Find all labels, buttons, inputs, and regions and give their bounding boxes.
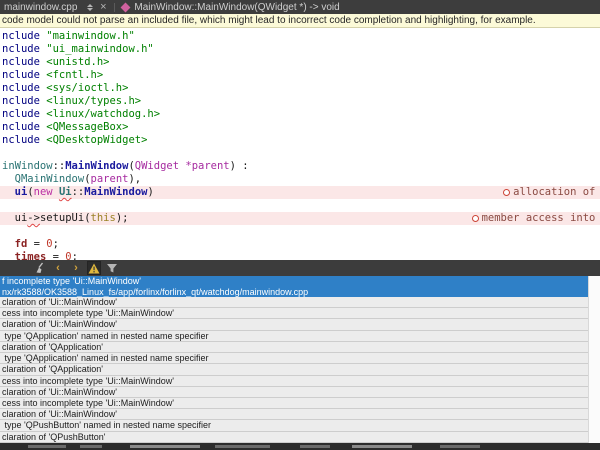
issue-row[interactable]: type 'QApplication' named in nested name… (0, 331, 588, 342)
function-icon (121, 2, 131, 12)
status-strip-mark (130, 445, 200, 448)
editor-tabbar: mainwindow.cpp × MainWindow::MainWindow(… (0, 0, 600, 14)
code-model-warning-bar: code model could not parse an included f… (0, 14, 600, 28)
error-annotation: member access into i (472, 212, 600, 225)
issue-row[interactable]: cess into incomplete type 'Ui::MainWindo… (0, 376, 588, 387)
chevron-right-icon: › (74, 261, 78, 275)
status-strip-mark (80, 445, 102, 448)
issue-row[interactable]: claration of 'QPushButton' (0, 432, 588, 443)
clean-issues-button[interactable] (33, 261, 47, 275)
code-line[interactable]: fd = 0; (0, 238, 600, 251)
issue-row[interactable]: claration of 'Ui::MainWindow' (0, 387, 588, 398)
status-strip (0, 443, 600, 450)
status-strip-mark (352, 445, 412, 448)
open-file-tab[interactable]: mainwindow.cpp (0, 2, 83, 13)
chevron-left-icon: ‹ (56, 261, 60, 275)
scrollbar-track[interactable] (588, 276, 600, 443)
issue-row[interactable]: cess into incomplete type 'Ui::MainWindo… (0, 398, 588, 409)
code-line[interactable]: QMainWindow(parent), (0, 173, 600, 186)
code-line[interactable]: nclude <fcntl.h> (0, 69, 600, 82)
status-strip-mark (28, 445, 66, 448)
selected-issue-message: f incomplete type 'Ui::MainWindow' (0, 276, 588, 287)
code-line[interactable]: nclude "mainwindow.h" (0, 30, 600, 43)
issue-row[interactable]: claration of 'Ui::MainWindow' (0, 297, 588, 308)
filter-button[interactable] (105, 261, 119, 275)
error-circle-icon (472, 215, 479, 222)
code-line[interactable]: nclude <unistd.h> (0, 56, 600, 69)
updown-icon (87, 8, 93, 11)
code-line[interactable] (0, 225, 600, 238)
show-warnings-toggle[interactable] (87, 261, 101, 275)
previous-issue-button[interactable]: ‹ (51, 261, 65, 275)
funnel-icon (106, 263, 118, 274)
code-line[interactable] (0, 147, 600, 160)
status-strip-mark (440, 445, 480, 448)
document-dropdown-button[interactable] (83, 0, 97, 14)
issue-row[interactable]: cess into incomplete type 'Ui::MainWindo… (0, 308, 588, 319)
warning-filter-icon (88, 263, 100, 274)
ide-window: mainwindow.cpp × MainWindow::MainWindow(… (0, 0, 600, 450)
code-line[interactable]: nclude <sys/ioctl.h> (0, 82, 600, 95)
issue-row[interactable]: claration of 'QApplication' (0, 342, 588, 353)
broom-icon (34, 262, 46, 274)
issues-toolbar: ‹ › (0, 260, 600, 276)
issues-list: claration of 'Ui::MainWindow'cess into i… (0, 297, 588, 443)
close-icon[interactable]: × (97, 0, 109, 14)
code-editor[interactable]: nclude "mainwindow.h"nclude "ui_mainwind… (0, 28, 600, 260)
issue-row[interactable]: type 'QApplication' named in nested name… (0, 353, 588, 364)
selected-issue-path: nx/rk3588/OK3588_Linux_fs/app/forlinx/fo… (0, 287, 588, 297)
code-line[interactable]: nclude <linux/types.h> (0, 95, 600, 108)
symbol-breadcrumb[interactable]: MainWindow::MainWindow(QWidget *) -> voi… (134, 2, 339, 13)
issue-row[interactable]: claration of 'Ui::MainWindow' (0, 409, 588, 420)
error-circle-icon (503, 189, 510, 196)
code-line[interactable]: times = 0; (0, 251, 600, 260)
code-line[interactable]: nclude <linux/watchdog.h> (0, 108, 600, 121)
code-line[interactable]: nclude <QMessageBox> (0, 121, 600, 134)
status-strip-mark (215, 445, 270, 448)
status-strip-mark (300, 445, 330, 448)
error-annotation: allocation of i (503, 186, 600, 199)
tabbar-separator (114, 3, 115, 12)
issue-row[interactable]: type 'QPushButton' named in nested name … (0, 420, 588, 431)
next-issue-button[interactable]: › (69, 261, 83, 275)
code-line[interactable]: nclude "ui_mainwindow.h" (0, 43, 600, 56)
selected-issue[interactable]: f incomplete type 'Ui::MainWindow' nx/rk… (0, 276, 588, 297)
code-line[interactable] (0, 199, 600, 212)
code-line[interactable]: ui(new Ui::MainWindow)allocation of i (0, 186, 600, 199)
code-line[interactable]: ui->setupUi(this);member access into i (0, 212, 600, 225)
code-line[interactable]: nclude <QDesktopWidget> (0, 134, 600, 147)
issue-row[interactable]: claration of 'Ui::MainWindow' (0, 319, 588, 330)
updown-icon (87, 4, 93, 7)
code-line[interactable]: inWindow::MainWindow(QWidget *parent) : (0, 160, 600, 173)
issue-row[interactable]: claration of 'QApplication' (0, 364, 588, 375)
